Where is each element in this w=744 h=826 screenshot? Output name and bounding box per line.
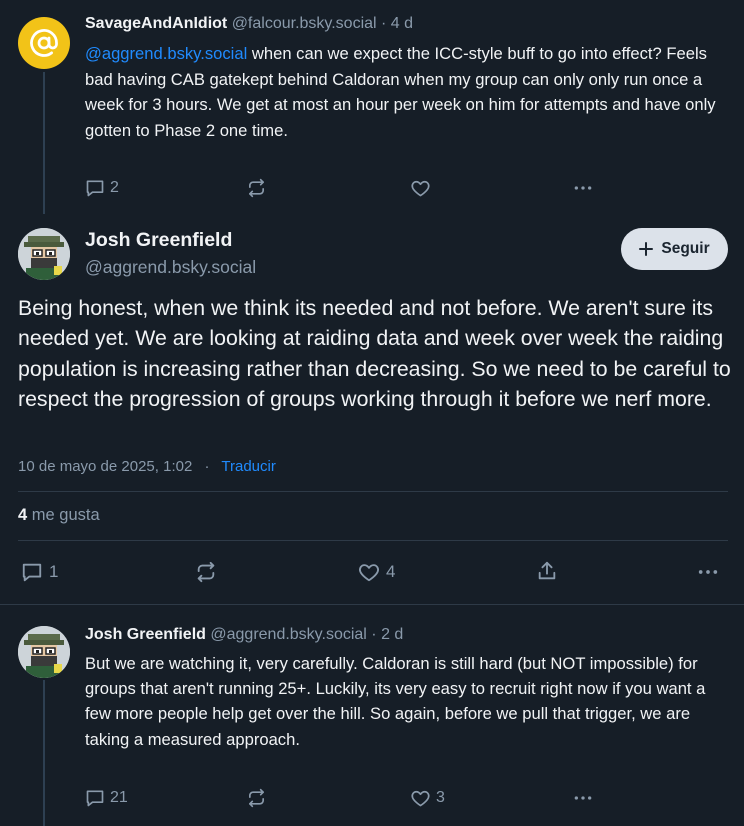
main-author-handle[interactable]: @aggrend.bsky.social: [85, 257, 256, 278]
reply-like-button[interactable]: 3: [410, 788, 445, 808]
reply-like-count: 3: [436, 789, 445, 806]
repost-icon: [197, 561, 215, 583]
repost-icon: [249, 788, 264, 808]
divider-top: [18, 491, 728, 492]
reply-icon: [86, 790, 104, 807]
parent-repost-button[interactable]: [246, 178, 267, 198]
pixel-avatar-icon: [18, 626, 70, 678]
heart-icon: [359, 564, 379, 582]
parent-mention-link[interactable]: @aggrend.bsky.social: [85, 44, 247, 63]
reply-more-button[interactable]: [572, 788, 594, 808]
parent-reply-button[interactable]: 2: [85, 178, 119, 198]
more-options-icon: [698, 570, 718, 574]
reply-reply-count: 21: [110, 789, 128, 806]
main-post-date[interactable]: 10 de mayo de 2025, 1:02: [18, 458, 192, 475]
main-more-button[interactable]: [696, 561, 720, 583]
parent-author-handle[interactable]: @falcour.bsky.social: [232, 15, 377, 32]
repost-icon: [249, 178, 264, 198]
follow-button[interactable]: Seguir: [621, 228, 728, 270]
parent-post-time[interactable]: · 4 d: [381, 15, 413, 32]
likes-summary[interactable]: 4 me gusta: [18, 506, 100, 525]
pixel-avatar-icon: [18, 228, 70, 280]
parent-author-name[interactable]: SavageAndAnIdiot: [85, 15, 227, 32]
main-reply-count: 1: [49, 562, 59, 581]
main-post-meta: 10 de mayo de 2025, 1:02 · Traducir: [18, 458, 276, 475]
reply-repost-button[interactable]: [246, 788, 267, 808]
more-options-icon: [574, 796, 592, 800]
at-sign-icon: [30, 29, 58, 57]
main-author-name[interactable]: Josh Greenfield: [85, 229, 232, 252]
heart-icon: [411, 180, 430, 197]
reply-author-handle[interactable]: @aggrend.bsky.social: [210, 626, 366, 643]
follow-button-label: Seguir: [661, 240, 710, 257]
main-like-count: 4: [386, 562, 396, 581]
share-icon: [538, 561, 556, 580]
main-share-button[interactable]: [536, 560, 558, 582]
parent-reply-count: 2: [110, 179, 119, 196]
reply-post-time[interactable]: · 2 d: [371, 626, 403, 643]
divider-before-reply: [0, 604, 744, 605]
reply-icon: [86, 180, 104, 197]
main-post-text: Being honest, when we think its needed a…: [18, 296, 731, 412]
parent-post-header: SavageAndAnIdiot @falcour.bsky.social · …: [85, 15, 413, 33]
avatar-savageandanidiot[interactable]: [18, 17, 70, 69]
thread-connector-top: [43, 72, 45, 214]
reply-reply-button[interactable]: 21: [85, 788, 128, 808]
divider-bottom: [18, 540, 728, 541]
reply-post-header: Josh Greenfield @aggrend.bsky.social · 2…: [85, 626, 403, 644]
likes-summary-count: 4: [18, 506, 28, 524]
parent-like-button[interactable]: [410, 178, 431, 198]
reply-post-text: But we are watching it, very carefully. …: [85, 654, 706, 749]
parent-post-text: @aggrend.bsky.social when can we expect …: [85, 41, 725, 143]
plus-icon: [639, 242, 654, 256]
heart-icon: [411, 790, 430, 807]
meta-separator: ·: [204, 458, 210, 475]
avatar-josh-greenfield-reply[interactable]: [18, 626, 70, 678]
more-options-icon: [574, 186, 592, 190]
main-repost-button[interactable]: [194, 561, 218, 583]
translate-link[interactable]: Traducir: [221, 458, 275, 475]
thread-connector-bottom: [43, 680, 45, 826]
reply-icon: [22, 563, 42, 582]
reply-author-name[interactable]: Josh Greenfield: [85, 626, 206, 643]
main-reply-button[interactable]: 1: [20, 561, 58, 583]
likes-summary-label: me gusta: [31, 506, 100, 524]
main-like-button[interactable]: 4: [357, 561, 395, 583]
avatar-josh-greenfield[interactable]: [18, 228, 70, 280]
parent-more-button[interactable]: [572, 178, 594, 198]
